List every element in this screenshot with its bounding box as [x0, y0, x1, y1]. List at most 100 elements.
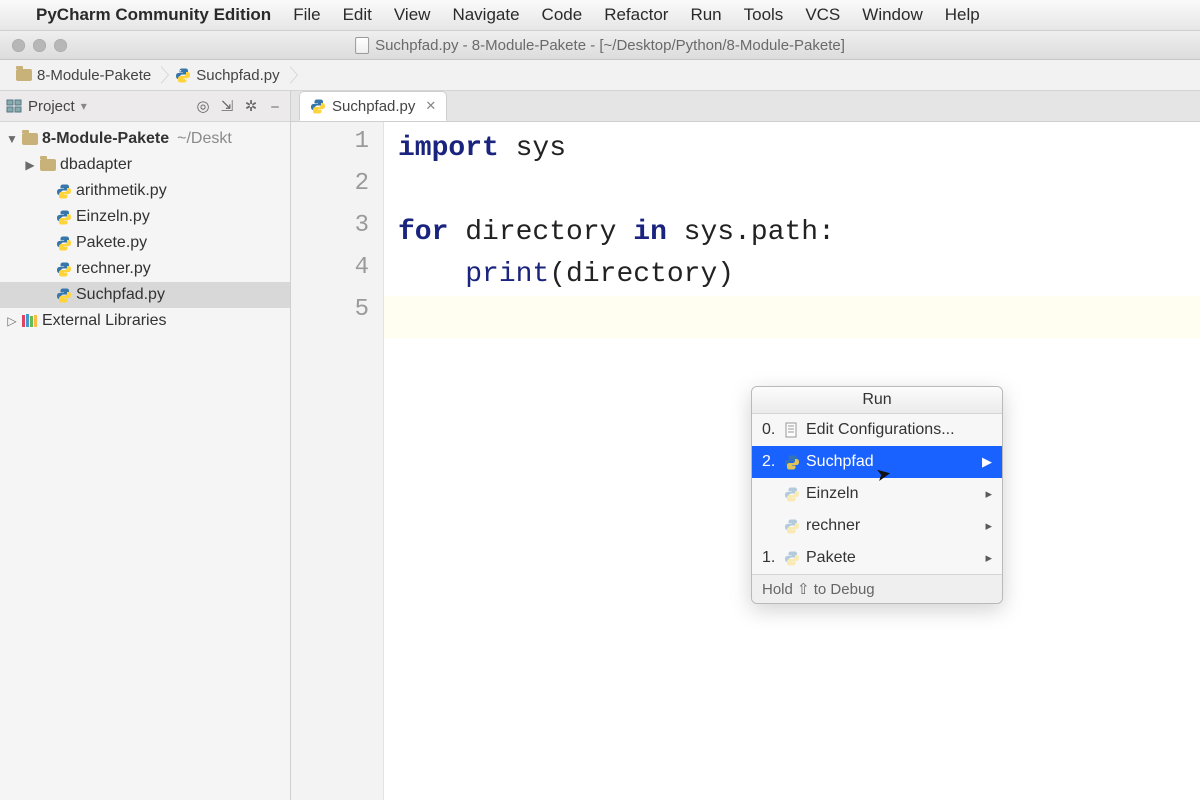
tree-folder[interactable]: ▶ dbadapter [0, 152, 290, 178]
chevron-down-icon[interactable]: ▼ [6, 132, 18, 146]
editor-gutter: 1 2 3 4 5 [291, 122, 384, 800]
python-file-icon [175, 67, 191, 83]
chevron-right-icon[interactable]: ▶ [24, 158, 36, 172]
python-file-icon [310, 98, 326, 114]
python-file-icon [56, 261, 72, 277]
tree-file[interactable]: Pakete.py [0, 230, 290, 256]
menu-view[interactable]: View [394, 5, 431, 25]
line-number: 4 [291, 254, 383, 296]
window-title: Suchpfad.py - 8-Module-Pakete - [~/Deskt… [375, 37, 845, 54]
python-file-icon [56, 235, 72, 251]
editor-tab[interactable]: Suchpfad.py ✕ [299, 91, 447, 121]
breadcrumb-root-label: 8-Module-Pakete [37, 67, 151, 84]
run-popup-item[interactable]: rechner ▸ [752, 510, 1002, 542]
libraries-icon [22, 314, 38, 328]
project-tool-title[interactable]: Project [28, 98, 75, 115]
hide-icon[interactable]: ⎯ [266, 97, 284, 115]
app-menu[interactable]: PyCharm Community Edition [36, 5, 271, 25]
menu-run[interactable]: Run [690, 5, 721, 25]
run-popup-item[interactable]: 1. Pakete ▸ [752, 542, 1002, 574]
chevron-right-icon: ▶ [982, 454, 992, 470]
document-icon [355, 37, 369, 54]
config-icon [784, 422, 800, 438]
tree-file-label: Suchpfad.py [76, 286, 165, 304]
run-item-label: Pakete [806, 549, 856, 567]
line-number: 2 [291, 170, 383, 212]
tree-file-label: Einzeln.py [76, 208, 150, 226]
tree-external-libs[interactable]: ▷ External Libraries [0, 308, 290, 334]
folder-icon [40, 159, 56, 171]
close-tab-icon[interactable]: ✕ [425, 98, 436, 114]
editor-tab-label: Suchpfad.py [332, 98, 415, 115]
dropdown-icon[interactable]: ▾ [81, 99, 87, 113]
run-popup-item[interactable]: Einzeln ▸ [752, 478, 1002, 510]
chevron-right-icon: ▸ [985, 518, 992, 534]
window-zoom-button[interactable] [54, 39, 67, 52]
run-item-label: Edit Configurations... [806, 421, 955, 439]
tree-file-label: arithmetik.py [76, 182, 167, 200]
run-popup-item-selected[interactable]: 2. Suchpfad ▶ [752, 446, 1002, 478]
tree-file[interactable]: Einzeln.py [0, 204, 290, 230]
settings-icon[interactable]: ✲ [242, 97, 260, 115]
python-file-icon [784, 550, 800, 566]
run-popup-edit-config[interactable]: 0. Edit Configurations... [752, 414, 1002, 446]
run-item-label: Einzeln [806, 485, 858, 503]
chevron-right-icon: ▸ [985, 550, 992, 566]
line-number: 3 [291, 212, 383, 254]
menu-navigate[interactable]: Navigate [452, 5, 519, 25]
tree-file-selected[interactable]: Suchpfad.py [0, 282, 290, 308]
run-popup-hint: Hold ⇧ to Debug [752, 574, 1002, 603]
python-file-icon [56, 287, 72, 303]
tree-file-label: rechner.py [76, 260, 151, 278]
project-tree[interactable]: ▼ 8-Module-Pakete ~/Deskt ▶ dbadapter ar… [0, 122, 290, 800]
python-file-icon [784, 454, 800, 470]
run-item-label: Suchpfad [806, 453, 874, 471]
menu-file[interactable]: File [293, 5, 320, 25]
run-item-number: 2. [762, 453, 778, 471]
menu-window[interactable]: Window [862, 5, 922, 25]
line-number: 5 [291, 296, 383, 338]
tree-external-label: External Libraries [42, 312, 167, 330]
menu-edit[interactable]: Edit [343, 5, 372, 25]
window-titlebar: Suchpfad.py - 8-Module-Pakete - [~/Deskt… [0, 31, 1200, 60]
tree-file[interactable]: rechner.py [0, 256, 290, 282]
tree-folder-label: dbadapter [60, 156, 132, 174]
tree-root[interactable]: ▼ 8-Module-Pakete ~/Deskt [0, 126, 290, 152]
python-file-icon [56, 209, 72, 225]
python-file-icon [784, 486, 800, 502]
editor-tabs: Suchpfad.py ✕ [291, 91, 1200, 122]
breadcrumb-root[interactable]: 8-Module-Pakete [10, 60, 161, 90]
chevron-right-icon[interactable]: ▷ [6, 314, 18, 328]
run-popup: Run 0. Edit Configurations... 2. Suchpfa… [751, 386, 1003, 604]
python-file-icon [784, 518, 800, 534]
traffic-lights [12, 39, 67, 52]
menu-vcs[interactable]: VCS [805, 5, 840, 25]
breadcrumb-sep-icon [161, 66, 169, 84]
window-close-button[interactable] [12, 39, 25, 52]
menu-help[interactable]: Help [945, 5, 980, 25]
run-item-number: 1. [762, 549, 778, 567]
window-minimize-button[interactable] [33, 39, 46, 52]
current-line-highlight [384, 296, 1200, 338]
menu-tools[interactable]: Tools [744, 5, 784, 25]
breadcrumb-sep-icon [290, 66, 298, 84]
breadcrumb-file[interactable]: Suchpfad.py [169, 60, 289, 90]
menu-refactor[interactable]: Refactor [604, 5, 668, 25]
mac-menubar[interactable]: PyCharm Community Edition File Edit View… [0, 0, 1200, 31]
project-icon [6, 98, 22, 114]
collapse-all-icon[interactable]: ⇲ [218, 97, 236, 115]
tree-file[interactable]: arithmetik.py [0, 178, 290, 204]
editor-body[interactable]: 1 2 3 4 5 import sys for directory in sy… [291, 122, 1200, 800]
tree-root-label: 8-Module-Pakete [42, 130, 169, 148]
run-item-label: rechner [806, 517, 860, 535]
menu-code[interactable]: Code [542, 5, 583, 25]
folder-icon [16, 69, 32, 81]
project-tool-header: Project ▾ ◎ ⇲ ✲ ⎯ [0, 91, 290, 122]
folder-icon [22, 133, 38, 145]
breadcrumb-file-label: Suchpfad.py [196, 67, 279, 84]
chevron-right-icon: ▸ [985, 486, 992, 502]
target-icon[interactable]: ◎ [194, 97, 212, 115]
tree-file-label: Pakete.py [76, 234, 147, 252]
python-file-icon [56, 183, 72, 199]
line-number: 1 [291, 128, 383, 170]
